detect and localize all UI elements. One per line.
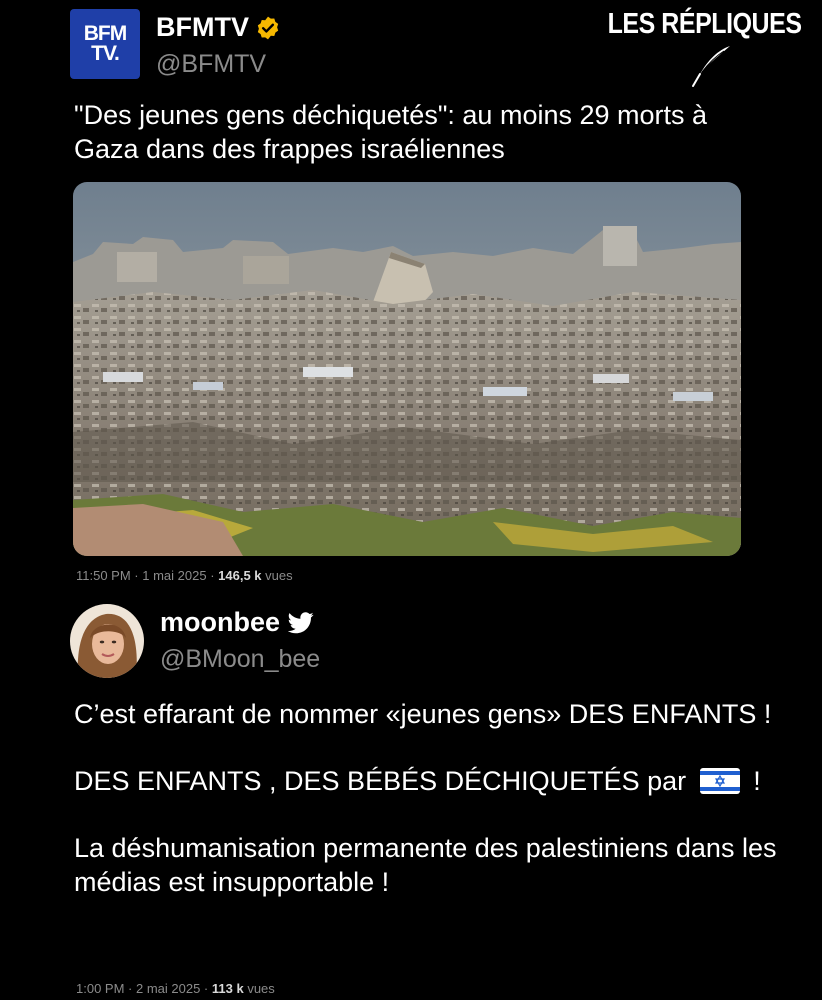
quill-icon — [692, 46, 730, 87]
tweet-meta: 1:00 PM · 2 mai 2025 · 113 k vues — [76, 981, 275, 996]
author-handle[interactable]: @BFMTV — [156, 50, 266, 79]
tweet-text: C’est effarant de nommer «jeunes gens» D… — [74, 697, 794, 932]
tweet-time[interactable]: 1:00 PM — [76, 981, 124, 996]
author-name[interactable]: moonbee — [160, 607, 314, 638]
tweet-paragraph-3: La déshumanisation permanente des palest… — [74, 833, 777, 897]
paragraph-2-end: ! — [753, 766, 761, 796]
author-name[interactable]: BFMTV — [156, 12, 281, 43]
rubble-landscape-image — [73, 182, 741, 556]
views-count: 113 k — [211, 981, 244, 996]
tweet-time[interactable]: 11:50 PM — [76, 568, 131, 583]
tweet-paragraph-1: C’est effarant de nommer «jeunes gens» D… — [74, 699, 772, 729]
avatar[interactable] — [70, 604, 144, 678]
tweet-text: "Des jeunes gens déchiquetés": au moins … — [74, 100, 708, 164]
israel-flag-icon — [699, 767, 740, 794]
display-name[interactable]: moonbee — [160, 607, 280, 638]
tweet-paragraph-2: DES ENFANTS , DES BÉBÉS DÉCHIQUETÉS par … — [74, 764, 794, 798]
meta-separator: · — [200, 981, 212, 996]
views-label: vues — [247, 981, 275, 996]
meta-separator: · — [124, 981, 136, 996]
meta-separator: · — [130, 568, 143, 583]
bird-icon — [288, 611, 314, 633]
views-label: vues — [265, 568, 293, 583]
tweet-date[interactable]: 1 mai 2025 — [142, 568, 206, 583]
verified-badge-icon — [257, 16, 279, 39]
display-name[interactable]: BFMTV — [156, 12, 249, 43]
tweet-meta: 11:50 PM · 1 mai 2025 · 146,5 k vues — [76, 568, 293, 583]
views-count: 146,5 k — [218, 568, 262, 583]
tweet-date[interactable]: 2 mai 2025 — [136, 981, 200, 996]
logo-text-line1: BFM — [83, 22, 127, 46]
bfmtv-avatar[interactable]: BFM TV. — [70, 9, 140, 79]
paragraph-2-text: DES ENFANTS , DES BÉBÉS DÉCHIQUETÉS par — [74, 766, 687, 796]
brand-watermark: LES RÉPLIQUES — [608, 8, 802, 40]
meta-separator: · — [206, 568, 219, 583]
logo-text-line2: TV. — [91, 42, 120, 65]
profile-photo-image — [70, 604, 144, 678]
tweet-photo[interactable] — [73, 182, 741, 556]
author-handle[interactable]: @BMoon_bee — [160, 645, 320, 674]
